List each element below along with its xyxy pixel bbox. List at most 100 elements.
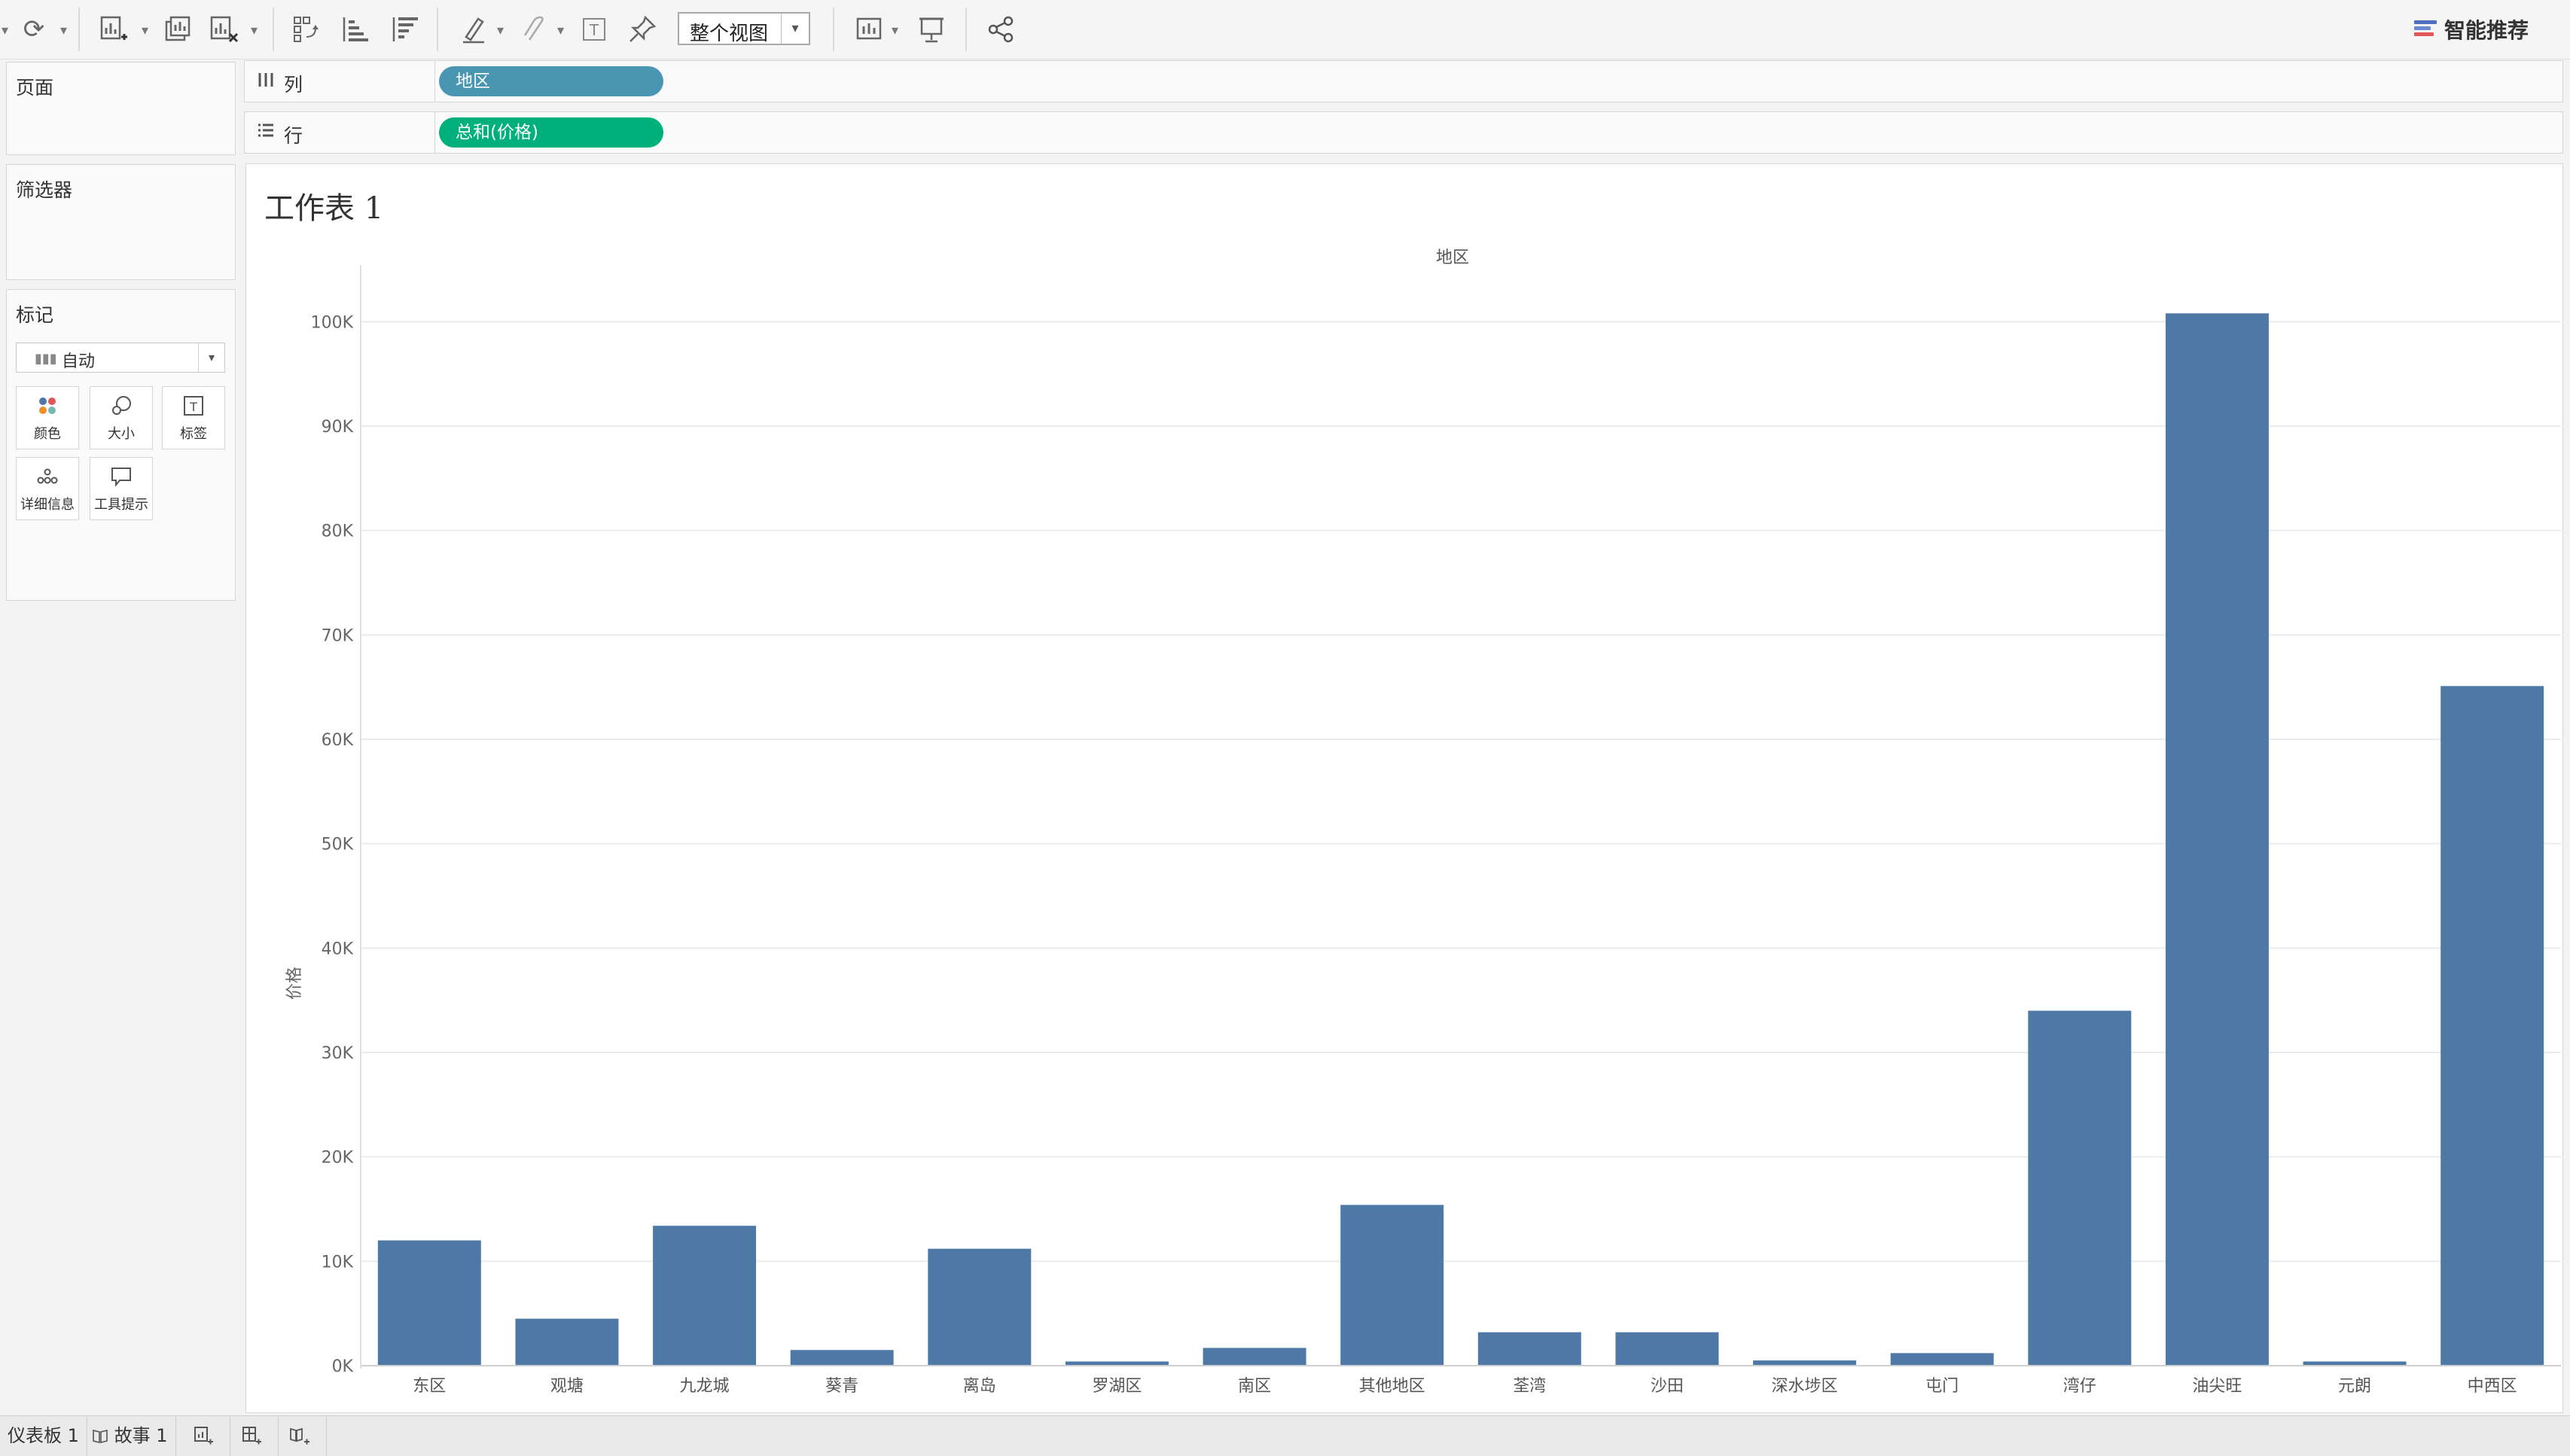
new-worksheet-tab-button[interactable] [185, 1416, 230, 1456]
dropdown-arrow-icon[interactable]: ▾ [497, 23, 504, 38]
smart-recommend-icon [2414, 19, 2437, 40]
x-tick-label: 屯门 [1925, 1377, 1959, 1396]
show-labels-icon[interactable]: T [574, 9, 614, 50]
filters-shelf[interactable]: 筛选器 [6, 164, 236, 280]
y-tick-label: 10K [322, 1253, 354, 1272]
share-icon[interactable] [980, 9, 1021, 50]
size-icon [90, 394, 152, 423]
x-tick-label: 九龙城 [680, 1377, 730, 1396]
rows-shelf-header: 行 [245, 112, 435, 153]
tab-dashboard-1[interactable]: 仪表板 1 [0, 1416, 87, 1456]
bar [1203, 1348, 1306, 1366]
book-icon [92, 1425, 114, 1446]
x-tick-label: 葵青 [825, 1377, 858, 1396]
x-tick-label: 沙田 [1651, 1377, 1684, 1396]
dropdown-arrow-icon[interactable]: ▾ [2, 23, 8, 38]
clear-sheet-icon[interactable] [203, 9, 244, 50]
x-tick-label: 深水埗区 [1772, 1377, 1838, 1396]
duplicate-sheet-icon[interactable] [158, 9, 199, 50]
dropdown-arrow-icon[interactable]: ▾ [557, 23, 564, 38]
y-tick-label: 100K [311, 313, 354, 332]
size-button[interactable]: 大小 [90, 386, 153, 449]
sort-ascending-icon[interactable] [334, 9, 375, 50]
dashboard-tab-label: 仪表板 1 [8, 1425, 79, 1446]
x-tick-label: 油尖旺 [2192, 1377, 2242, 1396]
y-tick-label: 50K [322, 836, 354, 854]
show-me-icon[interactable] [849, 9, 890, 50]
pages-shelf[interactable]: 页面 [6, 62, 236, 155]
y-tick-label: 20K [322, 1149, 354, 1168]
fit-view-select[interactable]: 整个视图 ▾ [678, 12, 810, 45]
group-members-icon[interactable] [514, 9, 554, 50]
x-tick-label: 观塘 [550, 1377, 584, 1396]
rows-label: 行 [284, 125, 303, 147]
bar [1340, 1205, 1444, 1366]
rows-pill-sum-price[interactable]: 总和(价格) [439, 117, 663, 148]
toolbar-separator [273, 8, 274, 51]
dropdown-arrow-icon[interactable]: ▾ [142, 23, 148, 38]
worksheet: 工作表 1 地区 价格 0K 10K 20K 30K 40K 50K 60K 70K 80K 90… [245, 163, 2563, 1413]
marks-title: 标记 [16, 304, 54, 326]
bar [1753, 1360, 1857, 1366]
smart-recommend-label: 智能推荐 [2444, 18, 2529, 43]
bar [1615, 1332, 1719, 1366]
tooltip-button[interactable]: 工具提示 [90, 457, 153, 520]
bar [928, 1248, 1032, 1366]
toolbar: ▾ ⟳ ▾ ▾ ▾ ▾ ▾ T 整个视图 ▾ ▾ 智能推荐 [0, 0, 2570, 59]
svg-text:T: T [189, 400, 197, 414]
mark-type-select[interactable]: ▮▮▮ 自动 ▾ [16, 343, 225, 373]
columns-label: 列 [284, 74, 303, 96]
tab-story-1[interactable]: 故事 1 [84, 1416, 176, 1456]
columns-pill-region[interactable]: 地区 [439, 66, 663, 96]
dropdown-arrow-icon[interactable]: ▾ [60, 23, 67, 38]
detail-button[interactable]: 详细信息 [16, 457, 79, 520]
sort-descending-icon[interactable] [384, 9, 425, 50]
chevron-down-icon[interactable]: ▾ [198, 343, 224, 372]
dropdown-arrow-icon[interactable]: ▾ [251, 23, 258, 38]
toolbar-separator [833, 8, 834, 51]
bar-chart-icon: ▮▮▮ [35, 351, 57, 367]
x-tick-label: 中西区 [2468, 1377, 2517, 1396]
presentation-mode-icon[interactable] [911, 9, 952, 50]
new-dashboard-tab-button[interactable] [233, 1416, 279, 1456]
bar [2440, 686, 2544, 1366]
story-tab-label: 故事 1 [114, 1425, 168, 1446]
smart-recommend-button[interactable]: 智能推荐 [2414, 14, 2529, 45]
columns-icon [257, 70, 275, 93]
filters-title: 筛选器 [16, 179, 73, 201]
y-tick-label: 80K [322, 522, 354, 541]
color-button[interactable]: 颜色 [16, 386, 79, 449]
label-text: 标签 [180, 426, 207, 442]
y-tick-label: 90K [322, 418, 354, 437]
highlight-pen-icon[interactable] [453, 9, 494, 50]
bar [377, 1240, 481, 1366]
pin-icon[interactable] [622, 9, 663, 50]
y-tick-label: 30K [322, 1044, 354, 1063]
bar [1477, 1332, 1581, 1366]
label-button[interactable]: T 标签 [162, 386, 225, 449]
bar [653, 1226, 757, 1366]
rows-shelf[interactable]: 行 总和(价格) [244, 111, 2563, 154]
bar [790, 1350, 894, 1366]
new-story-icon [289, 1425, 310, 1446]
size-label: 大小 [108, 426, 135, 442]
new-story-tab-button[interactable] [282, 1416, 327, 1456]
tooltip-icon [90, 465, 152, 494]
columns-shelf[interactable]: 列 地区 [244, 60, 2563, 102]
dropdown-arrow-icon[interactable]: ▾ [892, 23, 898, 38]
new-worksheet-icon[interactable] [93, 9, 134, 50]
mark-type-label: 自动 [62, 352, 96, 371]
toolbar-separator [78, 8, 80, 51]
y-tick-label: 60K [322, 731, 354, 750]
refresh-icon[interactable]: ⟳ [14, 9, 54, 50]
chevron-down-icon[interactable]: ▾ [781, 14, 809, 44]
x-tick-label: 南区 [1238, 1377, 1271, 1396]
swap-rows-columns-icon[interactable] [286, 9, 327, 50]
fit-view-label: 整个视图 [690, 23, 769, 45]
bar [1890, 1353, 1994, 1366]
rows-icon [257, 121, 275, 144]
sheet-tabs-bar: 仪表板 1 故事 1 [0, 1415, 2570, 1456]
detail-label: 详细信息 [20, 497, 75, 513]
detail-icon [17, 465, 78, 494]
color-icon [17, 394, 78, 423]
